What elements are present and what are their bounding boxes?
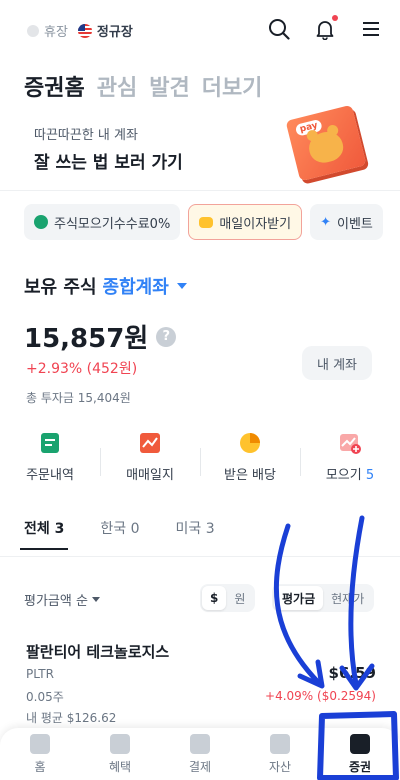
quick-label: 받은 배당	[224, 468, 276, 483]
quick-trade-journal[interactable]: 매매일지	[100, 432, 200, 492]
home-icon	[30, 733, 50, 754]
currency-usd[interactable]: $	[202, 586, 227, 610]
menu-icon[interactable]	[358, 16, 384, 42]
tab-watchlist[interactable]: 관심	[97, 70, 137, 102]
divider	[0, 556, 400, 557]
gift-icon	[110, 733, 130, 754]
collect-count: 5	[365, 468, 375, 483]
total-gain: +2.93% (452원)	[26, 361, 138, 377]
quick-label: 모으기 5	[326, 464, 374, 483]
sort-label: 평가금액 순	[24, 594, 88, 609]
chip-event[interactable]: ✦ 이벤트	[310, 204, 383, 240]
chip-label: 이벤트	[336, 216, 373, 232]
nav-label: 결제	[188, 759, 212, 774]
bell-icon[interactable]	[312, 15, 338, 42]
bottom-nav: 홈 혜택 결제 자산 증권	[0, 728, 400, 780]
promo-title: 잘 쓰는 법 보러 가기	[34, 153, 183, 173]
nav-assets[interactable]: 자산	[240, 728, 320, 780]
event-chips: 주식모으기수수료0% 매일이자받기 ✦ 이벤트	[24, 204, 383, 240]
book-illustration-icon: pay	[285, 104, 367, 182]
main-tabs: 증권홈 관심 발견 더보기	[24, 70, 262, 102]
wallet-icon	[270, 733, 290, 754]
account-type-selector[interactable]: 종합계좌	[103, 273, 169, 299]
annotation-arrowhead-left	[297, 659, 325, 689]
nav-label: 혜택	[108, 759, 132, 774]
market-status: 휴장 정규장	[27, 21, 133, 40]
order-list-icon	[41, 433, 59, 453]
chip-label: 주식모으기수수료0%	[54, 216, 171, 232]
quick-actions: 주문내역 매매일지 받은 배당 모으기 5	[0, 432, 400, 492]
tab-more[interactable]: 더보기	[202, 70, 263, 102]
tab-us[interactable]: 미국 3	[176, 518, 215, 538]
tab-all[interactable]: 전체 3	[19, 518, 69, 550]
holdings-heading: 보유 주식	[24, 277, 97, 298]
promo-banner[interactable]: 따끈따끈한 내 계좌 잘 쓰는 법 보러 가기 pay	[0, 104, 400, 190]
stock-change: +4.09% ($0.2594)	[265, 689, 376, 703]
percent-icon	[34, 215, 48, 229]
currency-toggle: $ 원	[200, 584, 256, 612]
stock-name: 팔란티어 테크놀로지스	[26, 643, 170, 661]
chevron-down-icon[interactable]	[176, 283, 187, 289]
quick-dividends[interactable]: 받은 배당	[200, 432, 300, 492]
closed-dot-icon	[27, 24, 39, 37]
quick-collect[interactable]: 모으기 5	[300, 432, 400, 492]
quick-label: 매매일지	[126, 468, 174, 483]
view-valuation[interactable]: 평가금	[274, 586, 324, 610]
sort-selector[interactable]: 평가금액 순	[24, 590, 100, 609]
collect-icon	[340, 434, 361, 454]
notification-dot	[332, 15, 338, 21]
top-bar: 휴장 정규장	[0, 0, 400, 60]
help-icon[interactable]: ?	[156, 326, 177, 347]
nav-securities[interactable]: 증권	[320, 728, 400, 780]
quick-order-history[interactable]: 주문내역	[0, 432, 100, 492]
nav-label: 홈	[34, 759, 46, 774]
search-icon[interactable]	[266, 16, 292, 42]
divider	[0, 190, 400, 191]
stock-quantity: 0.05주	[26, 690, 64, 704]
trade-journal-icon	[140, 433, 160, 453]
nav-benefits[interactable]: 혜택	[80, 728, 160, 780]
view-current-price[interactable]: 현재가	[323, 586, 372, 610]
view-toggle: 평가금 현재가	[272, 584, 375, 612]
tab-korea[interactable]: 한국 0	[100, 518, 139, 538]
party-icon: ✦	[320, 215, 331, 230]
stock-ticker: PLTR	[26, 667, 54, 681]
market-regular-label: 정규장	[96, 25, 133, 40]
stock-average: 내 평균 $126.62	[26, 711, 117, 725]
dividend-icon	[240, 433, 260, 453]
chip-label: 매일이자받기	[219, 216, 292, 232]
market-closed-label: 휴장	[44, 25, 68, 40]
stock-value: $6.59	[328, 664, 376, 682]
holdings-header: 보유 주식 종합계좌	[24, 273, 187, 299]
tab-securities-home[interactable]: 증권홈	[24, 70, 85, 102]
quick-label-text: 모으기	[325, 468, 362, 483]
us-flag-icon	[77, 23, 92, 38]
nav-payment[interactable]: 결제	[160, 728, 240, 780]
nav-label: 자산	[268, 759, 292, 774]
scan-icon	[190, 733, 210, 754]
my-account-button[interactable]: 내 계좌	[302, 346, 372, 380]
promo-subtitle: 따끈따끈한 내 계좌	[34, 128, 138, 143]
total-value-row: 15,857원 ?	[24, 318, 177, 355]
chevron-down-icon	[91, 597, 100, 602]
chip-fee-zero[interactable]: 주식모으기수수료0%	[24, 204, 181, 240]
currency-krw[interactable]: 원	[226, 586, 253, 610]
chip-daily-interest[interactable]: 매일이자받기	[188, 204, 303, 240]
quick-label: 주문내역	[26, 468, 74, 483]
total-value: 15,857원	[24, 324, 149, 354]
nav-label: 증권	[348, 759, 372, 774]
nav-home[interactable]: 홈	[0, 728, 80, 780]
total-invested: 총 투자금 15,404원	[26, 391, 131, 405]
tab-discover[interactable]: 발견	[149, 70, 189, 102]
holding-tabs: 전체 3 한국 0 미국 3	[19, 518, 215, 550]
chart-icon	[350, 733, 370, 754]
bear-icon	[305, 128, 347, 166]
coin-icon	[199, 216, 214, 228]
